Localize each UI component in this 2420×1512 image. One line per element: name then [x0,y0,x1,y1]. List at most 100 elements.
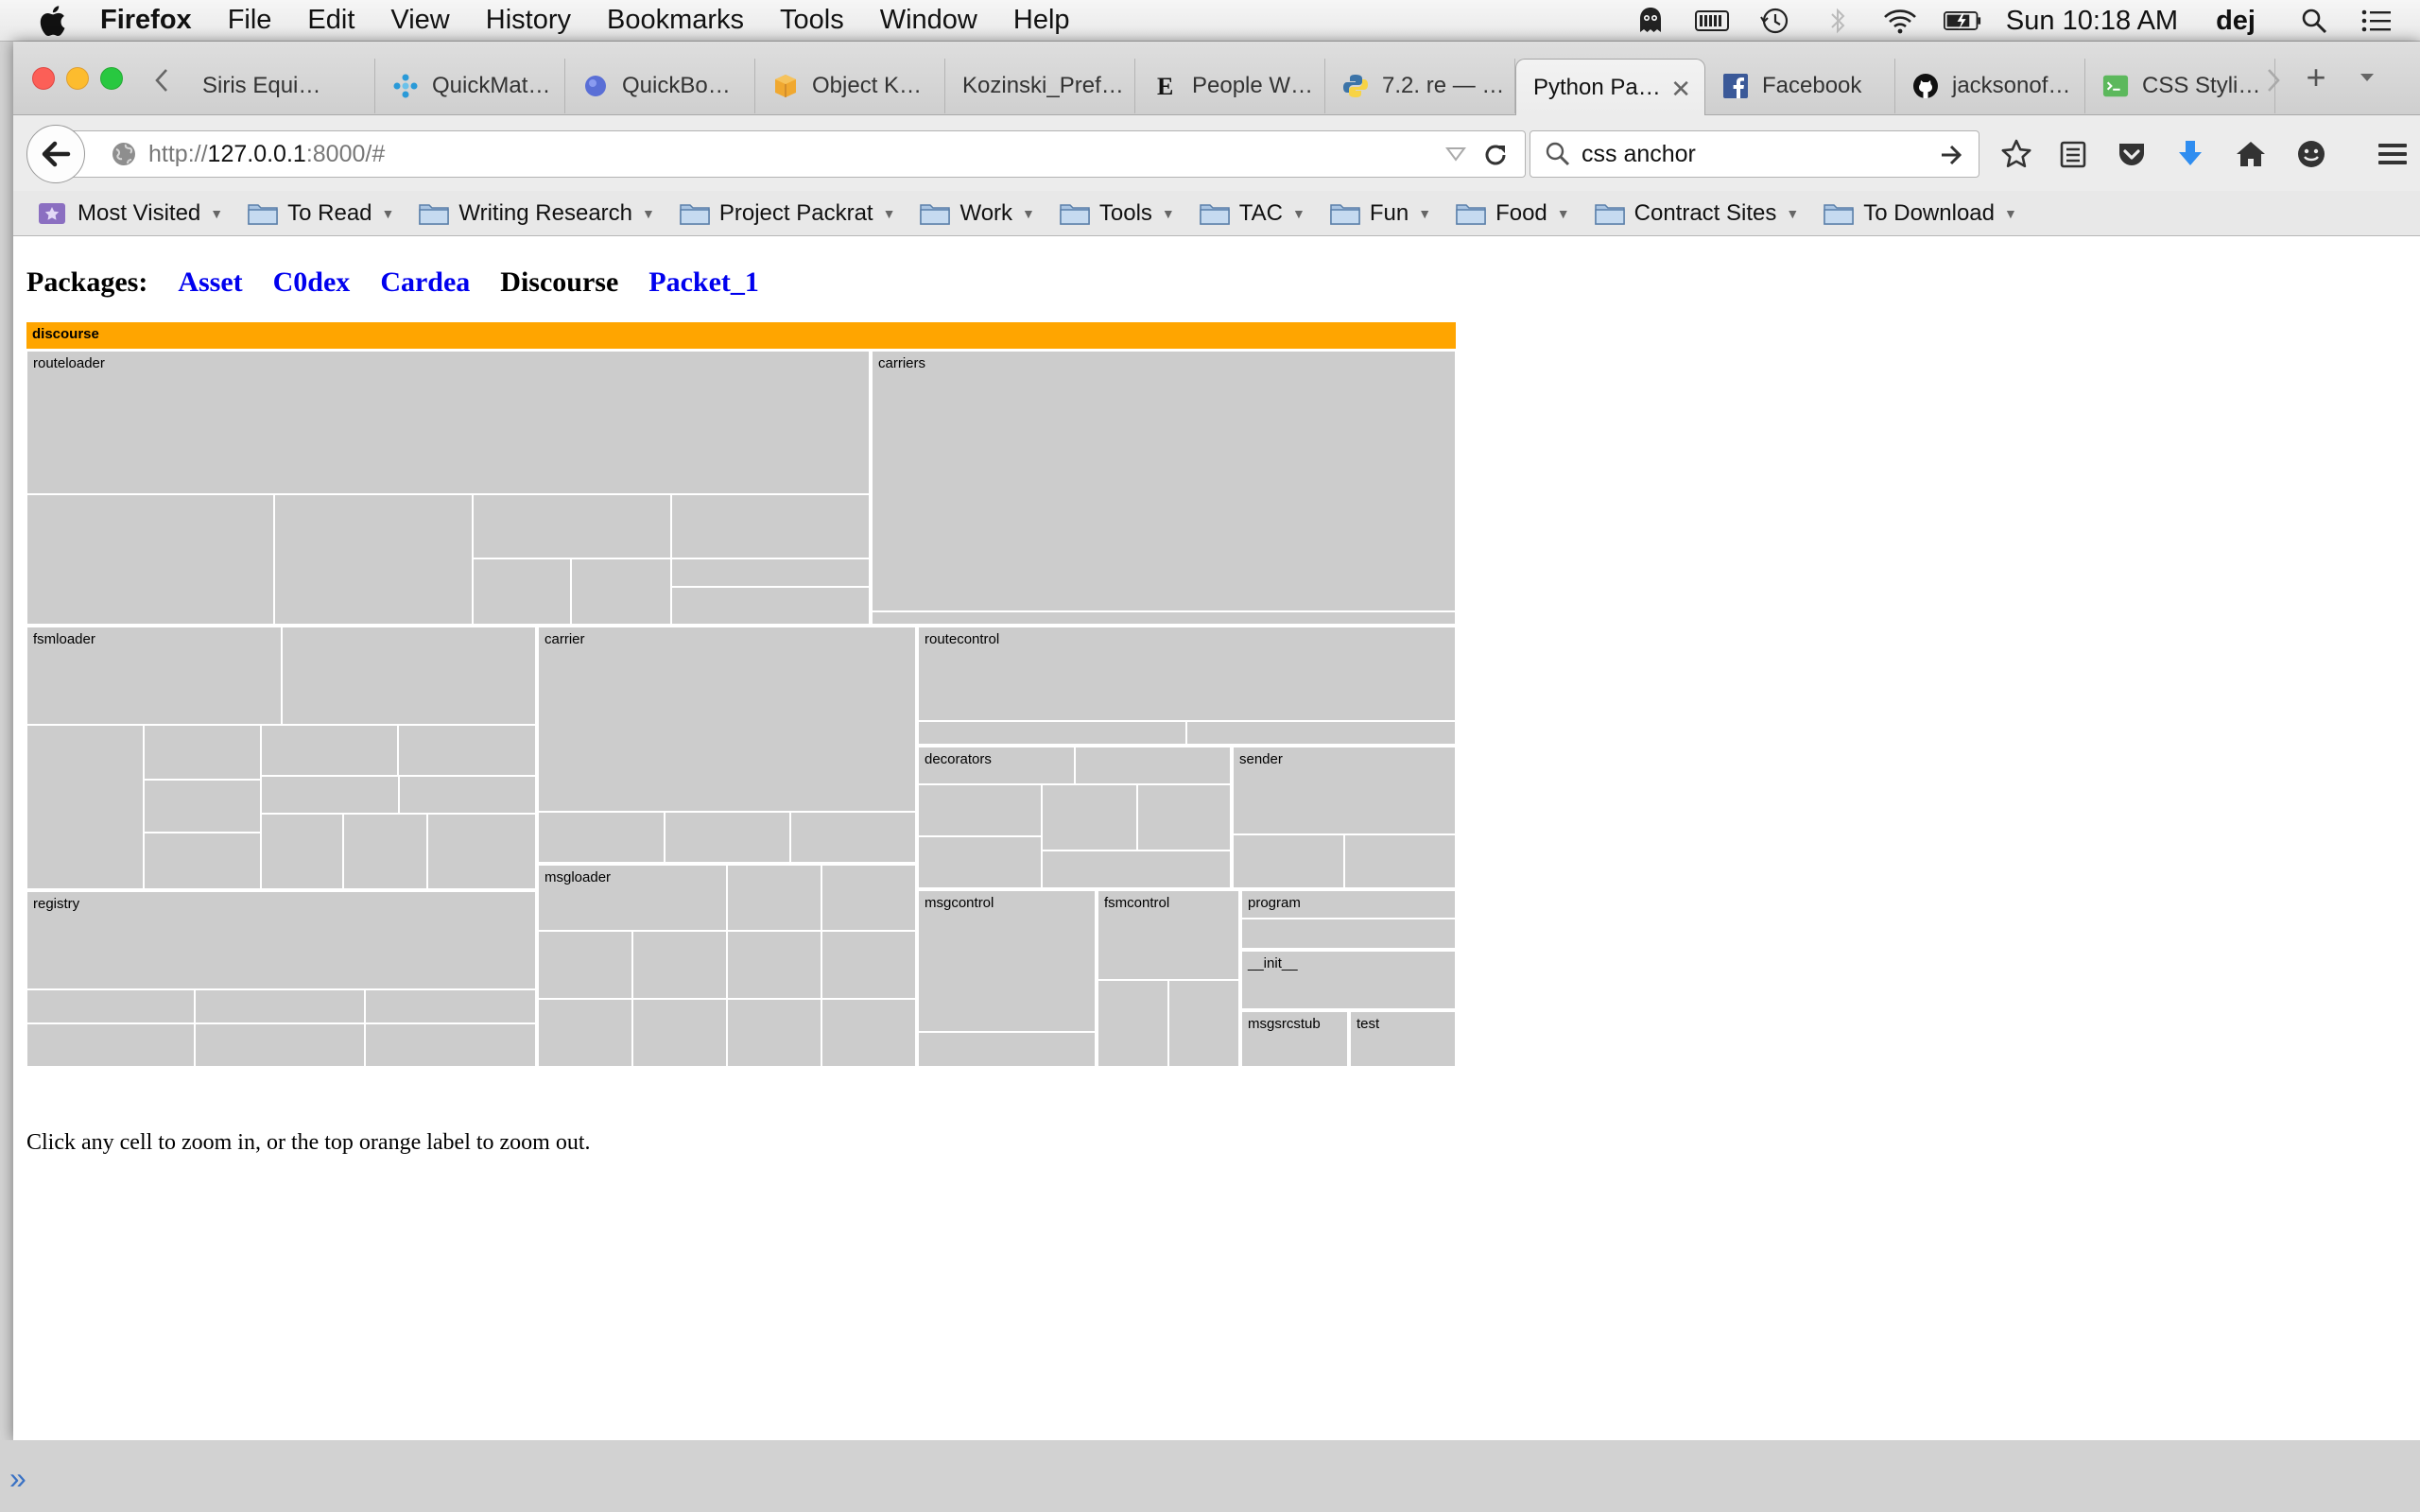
treemap-cell[interactable] [538,865,727,931]
menubar-user[interactable]: dej [2216,6,2256,37]
ghost-icon[interactable] [1632,6,1669,36]
reload-icon[interactable] [1481,141,1510,169]
treemap-cell[interactable] [274,494,473,625]
treemap-cell[interactable] [571,558,671,625]
tab-close-icon[interactable]: ✕ [1670,75,1691,104]
treemap-cell[interactable] [261,814,343,889]
tab-python-packages[interactable]: Python Pa… ✕ [1515,59,1705,115]
battery-icon[interactable] [1943,6,1981,36]
treemap-cell[interactable] [918,890,1096,1032]
treemap-cell[interactable] [918,747,1075,784]
treemap-cell[interactable] [26,725,144,889]
new-tab-button[interactable]: + [2297,59,2335,96]
treemap-cell[interactable] [398,725,536,776]
bookmark-fun[interactable]: Fun ▼ [1330,200,1431,227]
package-link-packet-1[interactable]: Packet_1 [648,266,759,299]
tab-github[interactable]: jacksonof… [1895,59,2085,113]
double-chevron-icon[interactable]: » [9,1461,26,1496]
tab-object-k[interactable]: Object K… [755,59,945,113]
bookmark-star-icon[interactable] [1998,136,2034,172]
treemap-cell[interactable] [365,1023,536,1067]
spotlight-search-icon[interactable] [2295,6,2333,36]
menu-help[interactable]: Help [1013,5,1070,36]
bookmark-to-download[interactable]: To Download ▼ [1824,200,2017,227]
treemap-cell[interactable] [473,494,671,558]
window-minimize-button[interactable] [66,67,89,90]
treemap-cell[interactable] [918,627,1456,721]
package-link-cardea[interactable]: Cardea [380,266,470,299]
menu-app-name[interactable]: Firefox [100,5,192,36]
treemap-cell[interactable] [26,1023,195,1067]
bookmark-most-visited[interactable]: Most Visited ▼ [38,200,223,227]
time-machine-icon[interactable] [1756,6,1794,36]
bookmark-writing-research[interactable]: Writing Research ▼ [419,200,655,227]
hamburger-menu-icon[interactable] [2375,136,2411,172]
treemap-cell[interactable] [1241,1011,1348,1067]
apple-menu-icon[interactable] [38,5,66,37]
treemap-cell[interactable] [1098,980,1168,1067]
search-bar[interactable]: css anchor [1530,130,1979,178]
treemap-cell[interactable] [1186,721,1456,745]
treemap-cell[interactable] [821,931,916,999]
treemap-cell[interactable] [918,1032,1096,1067]
treemap-cell[interactable] [473,558,571,625]
treemap-cell[interactable] [26,989,195,1023]
tab-python-re[interactable]: 7.2. re — … [1325,59,1515,113]
package-link-c0dex[interactable]: C0dex [273,266,351,299]
treemap-cell[interactable] [195,989,365,1023]
menu-view[interactable]: View [390,5,449,36]
tab-kozinski[interactable]: Kozinski_Pref… [945,59,1135,113]
treemap-cell[interactable] [282,627,536,725]
home-icon[interactable] [2233,136,2269,172]
menu-tools[interactable]: Tools [780,5,844,36]
treemap-cell[interactable] [538,812,665,863]
treemap-cell[interactable] [261,725,398,776]
treemap-cell[interactable] [821,865,916,931]
treemap-cell[interactable] [144,780,261,833]
treemap-cell[interactable] [671,558,870,587]
treemap-cell[interactable] [1233,747,1456,834]
bookmark-to-read[interactable]: To Read ▼ [248,200,394,227]
treemap-cell[interactable] [727,865,821,931]
bookmark-contract-sites[interactable]: Contract Sites ▼ [1594,200,1799,227]
notification-center-icon[interactable] [2358,6,2395,36]
url-history-dropdown-icon[interactable] [1445,145,1466,163]
treemap-cell[interactable] [144,833,261,889]
treemap-cell[interactable] [918,721,1186,745]
treemap-cell[interactable] [538,999,632,1067]
menu-history[interactable]: History [486,5,571,36]
tab-scroll-left-icon[interactable] [149,66,174,94]
treemap-cell[interactable] [1241,951,1456,1009]
treemap-cell[interactable] [26,351,870,494]
treemap-cell[interactable] [399,776,536,814]
pocket-icon[interactable] [2114,136,2150,172]
treemap-cell[interactable] [195,1023,365,1067]
treemap-cell[interactable] [1075,747,1231,784]
treemap-cell[interactable] [821,999,916,1067]
tab-quickmat[interactable]: QuickMat… [375,59,565,113]
window-close-button[interactable] [32,67,55,90]
window-zoom-button[interactable] [100,67,123,90]
site-identity-icon[interactable] [111,141,137,167]
treemap-cell[interactable] [26,494,274,625]
treemap-cell[interactable] [790,812,916,863]
downloads-icon[interactable] [2172,136,2208,172]
tab-people[interactable]: E People W… [1135,59,1325,113]
menu-file[interactable]: File [228,5,272,36]
bookmark-tac[interactable]: TAC ▼ [1200,200,1305,227]
url-bar[interactable]: http://127.0.0.1:8000/# [70,130,1526,178]
battery-meter-icon[interactable] [1694,6,1732,36]
treemap-cell[interactable] [1241,890,1456,919]
treemap-cell[interactable] [538,627,916,812]
back-button[interactable] [26,125,85,183]
treemap-cell[interactable] [1042,850,1231,888]
treemap-cell[interactable] [727,999,821,1067]
tab-quickbooks[interactable]: QuickBo… [565,59,755,113]
tab-css-styling[interactable]: CSS Styli… [2085,59,2275,113]
treemap-cell[interactable] [261,776,399,814]
menu-window[interactable]: Window [880,5,977,36]
bookmark-tools[interactable]: Tools ▼ [1060,200,1175,227]
treemap-cell[interactable] [1241,919,1456,949]
treemap-zoom-out-header[interactable]: discourse [26,322,1456,349]
treemap-cell[interactable] [918,784,1042,836]
